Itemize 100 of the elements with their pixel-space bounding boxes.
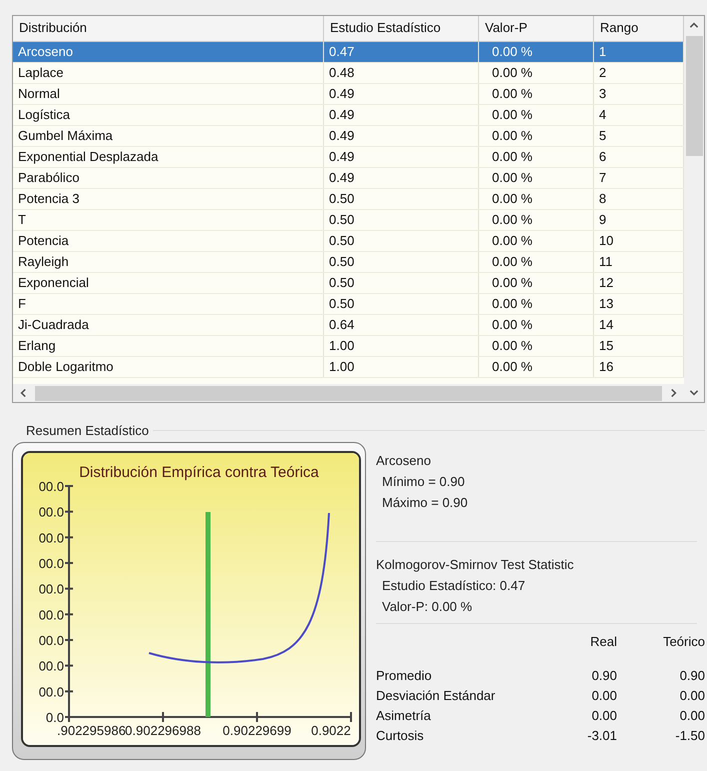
table-row[interactable]: Rayleigh 0.50 0.00 % 11 <box>13 252 684 273</box>
table-cell: 0.50 <box>324 252 479 272</box>
table-row[interactable]: Arcoseno 0.47 0.00 % 1 <box>13 42 684 63</box>
minimum-value: Mínimo = 0.90 <box>381 473 466 491</box>
real-value: 0.00 <box>590 687 617 705</box>
table-cell: Arcoseno <box>13 42 324 62</box>
real-value: -3.01 <box>586 727 617 745</box>
theoretical-value: 0.90 <box>678 667 705 685</box>
table-row[interactable]: Exponencial 0.50 0.00 % 12 <box>13 273 684 294</box>
vertical-scrollbar[interactable] <box>684 16 704 402</box>
table-cell: 0.47 <box>324 42 479 62</box>
table-row[interactable]: F 0.50 0.00 % 13 <box>13 294 684 315</box>
test-statistic: Estudio Estadístico: 0.47 <box>381 577 526 595</box>
y-tick-label: 00.0 <box>38 504 64 520</box>
y-tick-label: 00.0 <box>38 556 64 571</box>
table-cell: 0.00 % <box>479 126 594 146</box>
table-cell: 0.48 <box>324 63 479 83</box>
column-header[interactable]: Estudio Estadístico <box>324 16 479 41</box>
table-row[interactable]: Ji-Cuadrada 0.64 0.00 % 14 <box>13 315 684 336</box>
table-cell: 0.00 % <box>479 336 594 356</box>
table-row[interactable]: Potencia 0.50 0.00 % 10 <box>13 231 684 252</box>
y-tick-label: 00.0 <box>38 684 64 700</box>
table-cell: Potencia <box>13 231 324 251</box>
y-tick-label: 00.0 <box>38 633 64 648</box>
theoretical-value: 0.00 <box>678 687 705 705</box>
table-row[interactable]: Potencia 3 0.50 0.00 % 8 <box>13 189 684 210</box>
table-row[interactable]: Erlang 1.00 0.00 % 15 <box>13 336 684 357</box>
moment-label: Curtosis <box>376 727 425 745</box>
table-cell: 0.00 % <box>479 84 594 104</box>
y-tick-label: 00.0 <box>38 658 64 674</box>
table-cell: 0.50 <box>324 273 479 293</box>
table-row[interactable]: Normal 0.49 0.00 % 3 <box>13 84 684 105</box>
column-header: Real <box>589 633 617 651</box>
moment-label: Desviación Estándar <box>376 687 496 705</box>
table-cell: 0.50 <box>324 231 479 251</box>
table-cell: 0.49 <box>324 168 479 188</box>
table-cell: F <box>13 294 324 314</box>
y-tick-label: 00.0 <box>38 582 64 597</box>
test-title: Kolmogorov-Smirnov Test Statistic <box>376 556 575 574</box>
table-cell: 0.00 % <box>479 210 594 230</box>
table-cell: 0.64 <box>324 315 479 335</box>
maximum-value: Máximo = 0.90 <box>381 494 469 512</box>
table-cell: Parabólico <box>13 168 324 188</box>
table-cell: Laplace <box>13 63 324 83</box>
x-tick-label: .902295986 <box>57 723 126 738</box>
table-cell: Gumbel Máxima <box>13 126 324 146</box>
table-row[interactable]: Gumbel Máxima 0.49 0.00 % 5 <box>13 126 684 147</box>
p-value: Valor-P: 0.00 % <box>381 598 474 616</box>
table-cell: 0.00 % <box>479 168 594 188</box>
theoretical-value: -1.50 <box>674 727 705 745</box>
table-row[interactable]: Doble Logaritmo 1.00 0.00 % 16 <box>13 357 684 378</box>
table-cell: Doble Logaritmo <box>13 357 324 377</box>
column-header[interactable]: Distribución <box>13 16 324 41</box>
column-header[interactable]: Valor-P <box>479 16 594 41</box>
table-cell: 1.00 <box>324 357 479 377</box>
table-row[interactable]: Logística 0.49 0.00 % 4 <box>13 105 684 126</box>
table-cell: 0.00 % <box>479 294 594 314</box>
table-row[interactable]: Exponential Desplazada 0.49 0.00 % 6 <box>13 147 684 168</box>
group-title: Resumen Estadístico <box>26 423 149 438</box>
x-tick-label: 0.9022 <box>311 723 351 738</box>
table-cell: Exponential Desplazada <box>13 147 324 167</box>
theoretical-value: 0.00 <box>678 707 705 725</box>
moment-label: Asimetría <box>376 707 432 725</box>
real-value: 0.90 <box>590 667 617 685</box>
y-tick-label: 00.0 <box>38 479 64 494</box>
table-cell: 0.49 <box>324 105 479 125</box>
table-row[interactable]: T 0.50 0.00 % 9 <box>13 210 684 231</box>
table-cell: 0.50 <box>324 189 479 209</box>
x-tick-label: 0.902296988 <box>125 723 201 738</box>
chart-title: Distribución Empírica contra Teórica <box>79 464 319 481</box>
table-cell: 0.50 <box>324 210 479 230</box>
table-cell: 0.00 % <box>479 231 594 251</box>
y-tick-label: 00.0 <box>38 607 64 622</box>
table-cell: 0.00 % <box>479 273 594 293</box>
x-tick-label: 0.90229699 <box>222 723 292 738</box>
table-cell: 0.50 <box>324 294 479 314</box>
table-cell: Normal <box>13 84 324 104</box>
table-cell: 0.00 % <box>479 147 594 167</box>
table-cell: Exponencial <box>13 273 324 293</box>
table-cell: Logística <box>13 105 324 125</box>
table-cell: 0.00 % <box>479 315 594 335</box>
table-cell: 0.00 % <box>479 252 594 272</box>
table-cell: 0.00 % <box>479 42 594 62</box>
table-cell: 1.00 <box>324 336 479 356</box>
table-cell: 0.49 <box>324 84 479 104</box>
table-cell: 0.49 <box>324 126 479 146</box>
column-header: Teórico <box>662 633 705 651</box>
horizontal-scrollbar[interactable] <box>13 384 684 402</box>
table-cell: Rayleigh <box>13 252 324 272</box>
real-value: 0.00 <box>590 707 617 725</box>
table-row[interactable]: Laplace 0.48 0.00 % 2 <box>13 63 684 84</box>
y-tick-label: 00.0 <box>38 530 64 546</box>
table-cell: 0.00 % <box>479 63 594 83</box>
table-cell: T <box>13 210 324 230</box>
table-cell: 0.49 <box>324 147 479 167</box>
table-cell: 0.00 % <box>479 357 594 377</box>
moment-label: Promedio <box>376 667 433 685</box>
table-cell: Ji-Cuadrada <box>13 315 324 335</box>
table-row[interactable]: Parabólico 0.49 0.00 % 7 <box>13 168 684 189</box>
y-tick-label: 0.0 <box>46 710 64 725</box>
